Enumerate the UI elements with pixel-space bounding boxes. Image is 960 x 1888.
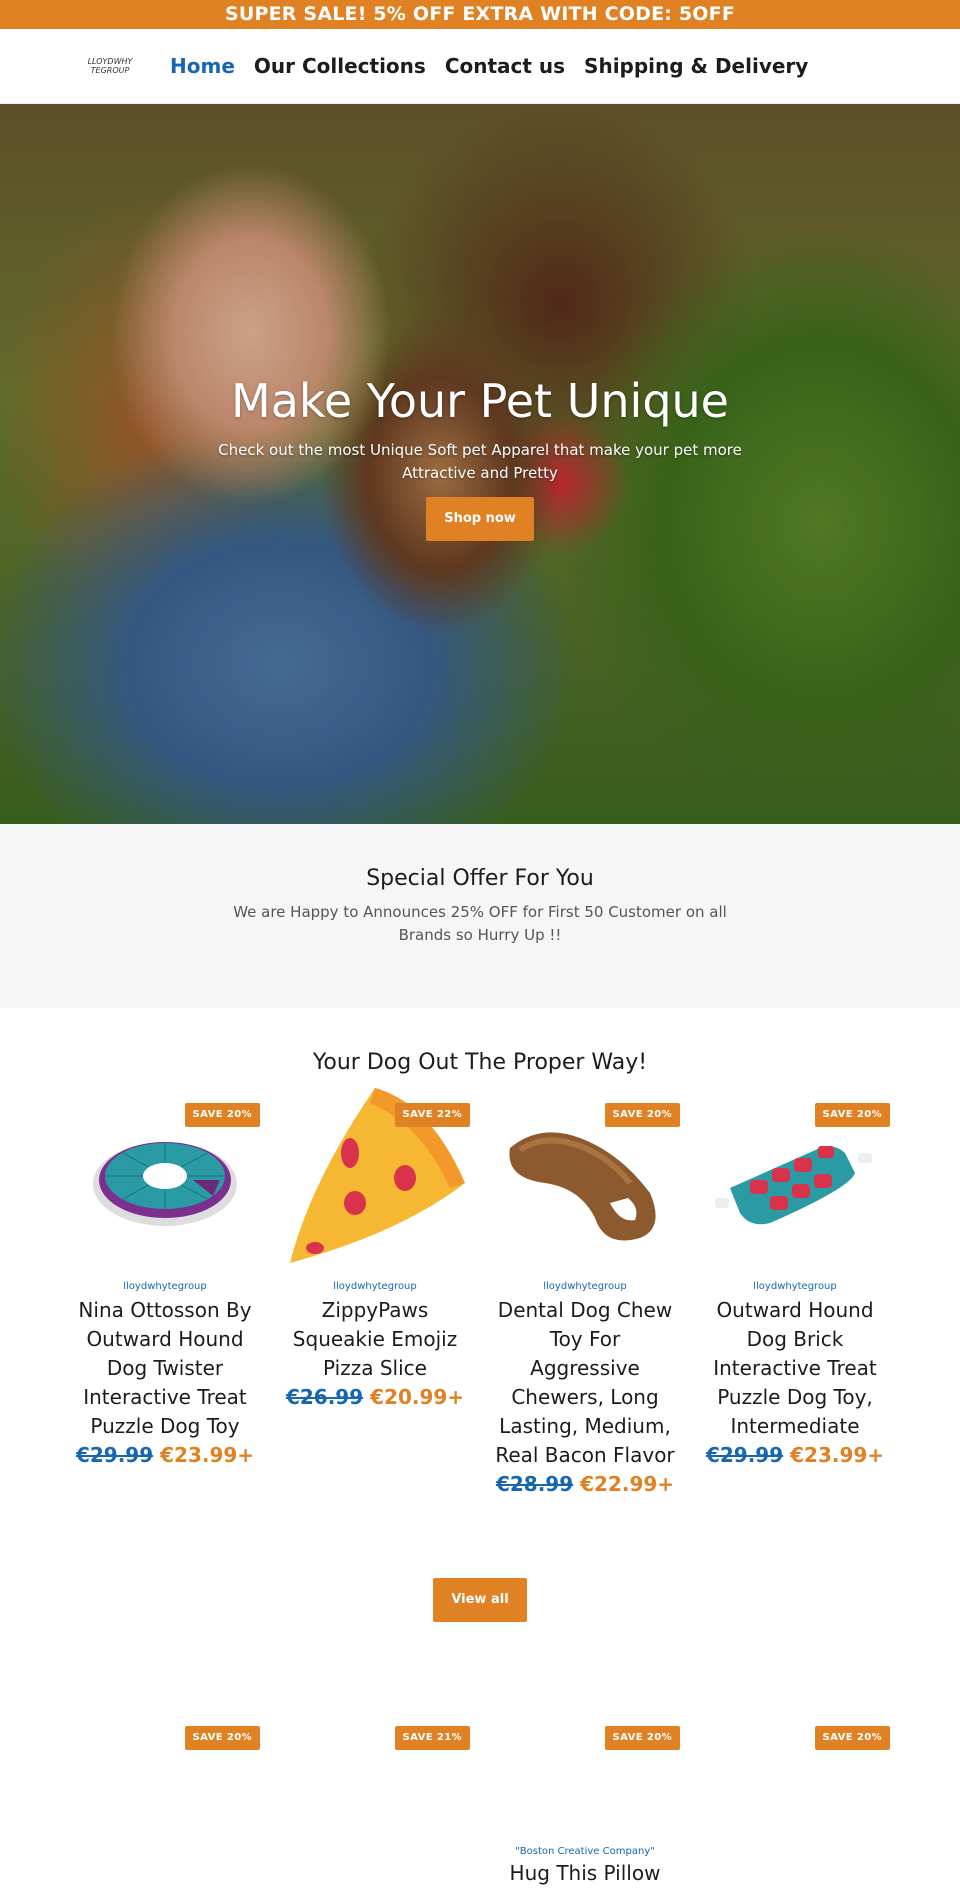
special-offer-section: Special Offer For You We are Happy to An… [0, 824, 960, 1008]
hero-subtitle: Check out the most Unique Soft pet Appar… [218, 441, 742, 483]
sale-price: €20.99+ [370, 1385, 465, 1409]
offer-title: Special Offer For You [366, 866, 594, 891]
product-card[interactable]: SAVE 22% lloydwhytegroup ZippyPaws Squea… [280, 1083, 470, 1496]
product-vendor[interactable]: lloydwhytegroup [700, 1281, 890, 1292]
product-image-dog-twister[interactable]: SAVE 20% [70, 1083, 260, 1273]
product-vendor[interactable]: lloydwhytegroup [70, 1281, 260, 1292]
product-image[interactable]: SAVE 21% [280, 1726, 470, 1766]
save-badge: SAVE 22% [394, 1103, 470, 1127]
product-title[interactable]: ZippyPaws Squeakie Emojiz Pizza Slice [280, 1296, 470, 1383]
sale-price: €23.99+ [160, 1443, 255, 1467]
original-price: €26.99 [285, 1385, 364, 1409]
product-vendor[interactable]: lloydwhytegroup [490, 1281, 680, 1292]
nav-our-collections[interactable]: Our Collections [254, 54, 426, 78]
view-all-button[interactable]: View all [433, 1578, 527, 1622]
sale-price: €23.99+ [790, 1443, 885, 1467]
save-badge: SAVE 20% [814, 1726, 890, 1750]
original-price: €29.99 [75, 1443, 154, 1467]
product-image-dental-chew[interactable]: SAVE 20% [490, 1083, 680, 1273]
product-price: €29.99 €23.99+ [70, 1443, 260, 1467]
dental-chew-toy-icon [509, 1132, 656, 1241]
sale-price: €22.99+ [580, 1472, 675, 1496]
product-image[interactable]: SAVE 20% [70, 1726, 260, 1766]
product-card[interactable]: SAVE 20% lloydwhytegroup Outward Hound D… [700, 1083, 890, 1496]
offer-text: We are Happy to Announces 25% OFF for Fi… [233, 903, 727, 944]
product-grid-2: SAVE 20% SAVE 21% SAVE 20% "Boston Creat… [0, 1726, 960, 1888]
announcement-bar: SUPER SALE! 5% OFF EXTRA WITH CODE: 5OFF [0, 0, 960, 29]
product-price: €28.99 €22.99+ [490, 1472, 680, 1496]
nav-home[interactable]: Home [170, 54, 235, 78]
product-image[interactable]: SAVE 20% [700, 1726, 890, 1766]
product-card[interactable]: SAVE 20% [700, 1726, 890, 1888]
logo-line-2: TEGROUP [90, 66, 130, 75]
featured-collection: Your Dog Out The Proper Way! SAVE 20% ll… [0, 1008, 960, 1888]
view-all-wrapper: View all [0, 1578, 960, 1622]
product-vendor[interactable]: "Boston Creative Company" [490, 1846, 680, 1857]
product-title[interactable]: Nina Ottosson By Outward Hound Dog Twist… [70, 1296, 260, 1441]
product-title[interactable]: Dental Dog Chew Toy For Aggressive Chewe… [490, 1296, 680, 1470]
hero-content: Make Your Pet Unique Check out the most … [0, 374, 960, 542]
logo-line-1: LLOYDWHY [87, 57, 133, 66]
original-price: €28.99 [495, 1472, 574, 1496]
product-image-dog-brick[interactable]: SAVE 20% [700, 1083, 890, 1273]
product-card[interactable]: SAVE 20% [70, 1726, 260, 1888]
product-info: "Boston Creative Company" Hug This Pillo… [490, 1846, 680, 1888]
product-title[interactable]: Outward Hound Dog Brick Interactive Trea… [700, 1296, 890, 1441]
product-image[interactable]: SAVE 20% [490, 1726, 680, 1766]
hero-title: Make Your Pet Unique [231, 374, 729, 428]
shop-now-button[interactable]: Shop now [426, 497, 534, 542]
main-nav: Home Our Collections Contact us Shipping… [170, 54, 808, 78]
nav-shipping-delivery[interactable]: Shipping & Delivery [584, 54, 808, 78]
save-badge: SAVE 21% [394, 1726, 470, 1750]
product-card[interactable]: SAVE 21% [280, 1726, 470, 1888]
product-price: €29.99 €23.99+ [700, 1443, 890, 1467]
product-price: €26.99 €20.99+ [280, 1385, 470, 1409]
product-title[interactable]: Hug This Pillow [490, 1859, 680, 1888]
product-card[interactable]: SAVE 20% lloydwhytegroup Dental Dog Chew… [490, 1083, 680, 1496]
product-image-pizza-slice[interactable]: SAVE 22% [280, 1083, 470, 1273]
product-card[interactable]: SAVE 20% lloydwhytegroup Nina Ottosson B… [70, 1083, 260, 1496]
save-badge: SAVE 20% [184, 1726, 260, 1750]
original-price: €29.99 [705, 1443, 784, 1467]
site-header: LLOYDWHY TEGROUP Home Our Collections Co… [0, 29, 960, 104]
collection-title: Your Dog Out The Proper Way! [312, 1050, 648, 1075]
dog-brick-puzzle-icon [715, 1146, 872, 1225]
nav-contact-us[interactable]: Contact us [445, 54, 565, 78]
save-badge: SAVE 20% [604, 1103, 680, 1127]
save-badge: SAVE 20% [184, 1103, 260, 1127]
save-badge: SAVE 20% [814, 1103, 890, 1127]
product-card[interactable]: SAVE 20% "Boston Creative Company" Hug T… [490, 1726, 680, 1888]
product-vendor[interactable]: lloydwhytegroup [280, 1281, 470, 1292]
save-badge: SAVE 20% [604, 1726, 680, 1750]
dog-twister-puzzle-icon [93, 1142, 237, 1226]
logo[interactable]: LLOYDWHY TEGROUP [84, 57, 136, 75]
hero-banner: Make Your Pet Unique Check out the most … [0, 104, 960, 824]
product-grid: SAVE 20% lloydwhytegroup Nina Ottosson B… [0, 1083, 960, 1496]
